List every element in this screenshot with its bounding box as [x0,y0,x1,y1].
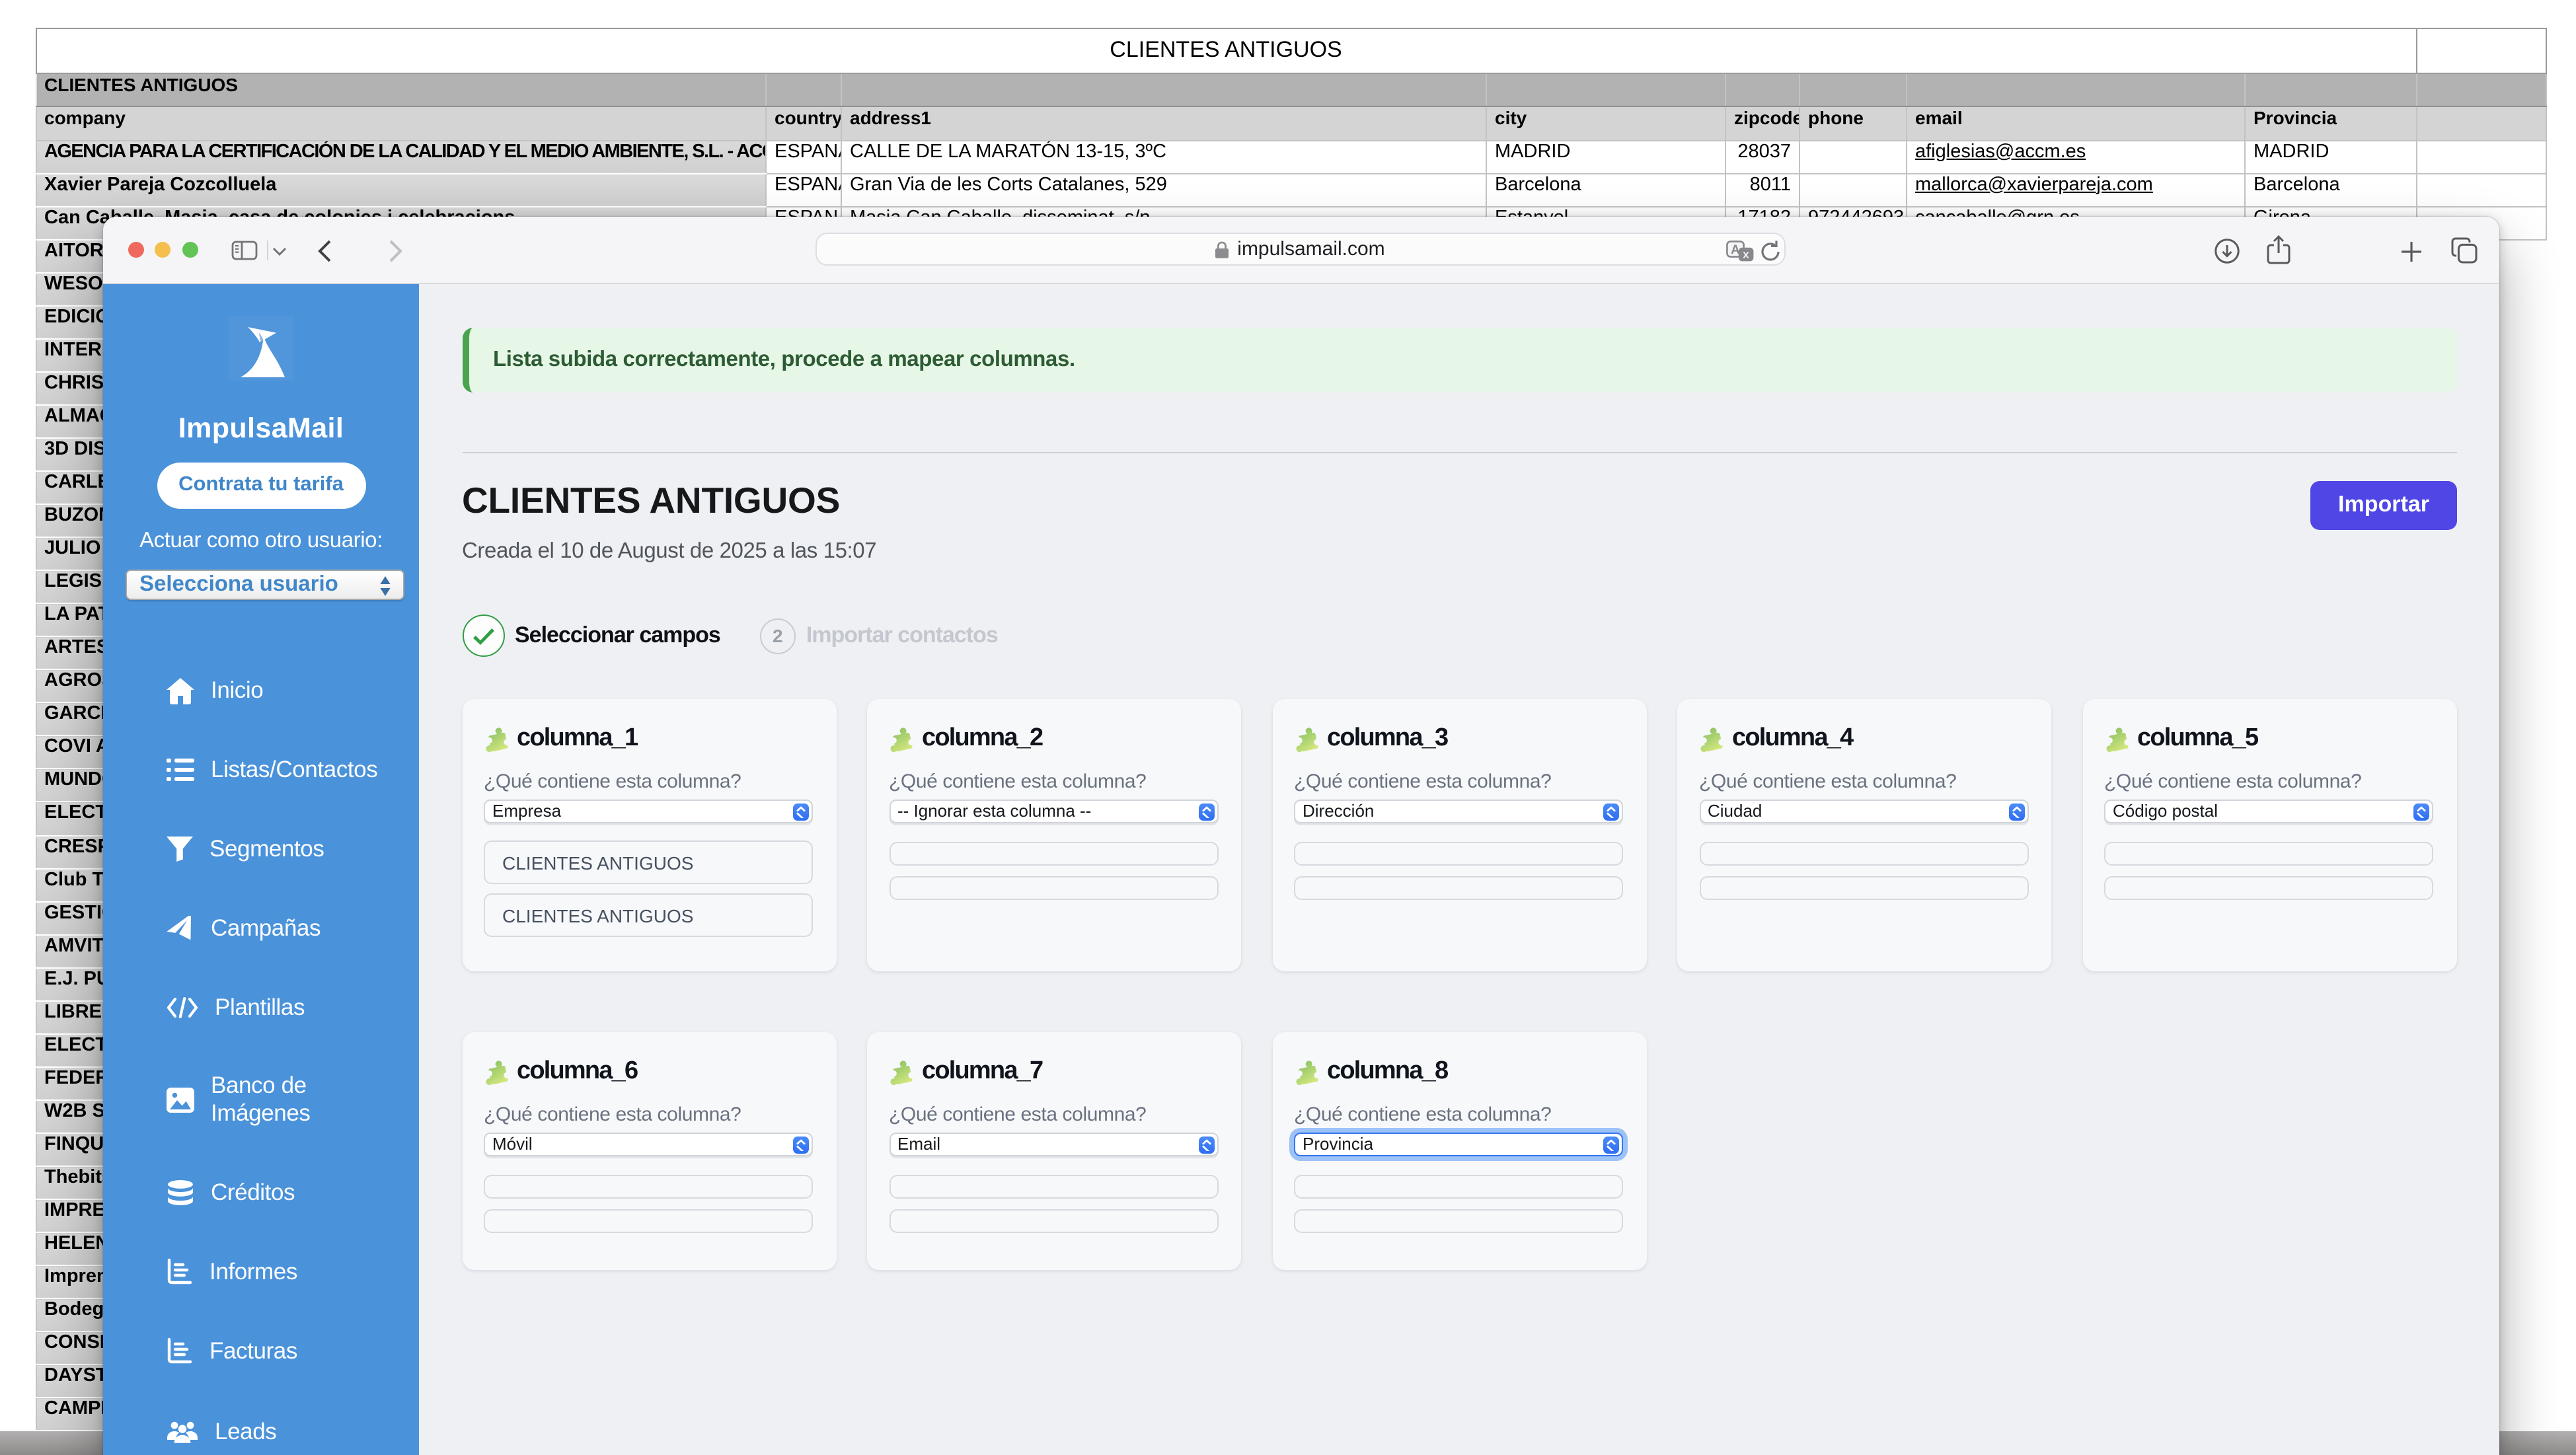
svg-text:x: x [1743,248,1749,260]
